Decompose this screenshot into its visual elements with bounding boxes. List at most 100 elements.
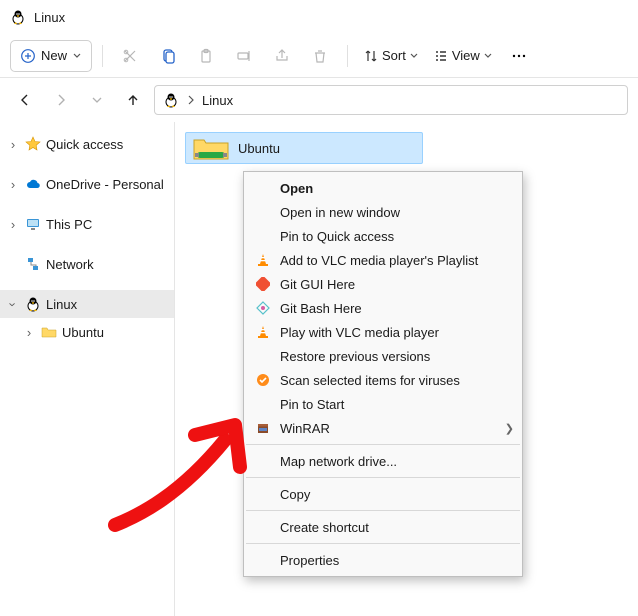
context-menu: Open Open in new window Pin to Quick acc… <box>243 171 523 577</box>
ctx-label: Restore previous versions <box>280 349 430 364</box>
sidebar-item-label: Quick access <box>46 137 123 152</box>
ctx-open-new-window[interactable]: Open in new window <box>244 200 522 224</box>
ctx-label: Play with VLC media player <box>280 325 439 340</box>
chevron-right-icon: › <box>22 325 36 340</box>
folder-item-ubuntu[interactable]: Ubuntu <box>185 132 423 164</box>
folder-label: Ubuntu <box>238 141 280 156</box>
title-bar: Linux <box>0 0 638 34</box>
plus-icon <box>21 49 35 63</box>
ctx-label: Git Bash Here <box>280 301 362 316</box>
back-button[interactable] <box>10 85 40 115</box>
ctx-create-shortcut[interactable]: Create shortcut <box>244 515 522 539</box>
sidebar-item-quick-access[interactable]: › Quick access <box>0 130 174 158</box>
arrow-left-icon <box>18 93 32 107</box>
forward-button[interactable] <box>46 85 76 115</box>
more-button[interactable] <box>502 40 536 72</box>
sidebar-item-network[interactable]: › Network <box>0 250 174 278</box>
ctx-copy[interactable]: Copy <box>244 482 522 506</box>
ctx-label: Open <box>280 181 313 196</box>
ctx-label: Map network drive... <box>280 454 397 469</box>
chevron-down-icon <box>92 95 102 105</box>
monitor-icon <box>24 216 42 232</box>
sidebar-item-label: Linux <box>46 297 77 312</box>
ctx-label: Pin to Quick access <box>280 229 394 244</box>
ctx-label: WinRAR <box>280 421 330 436</box>
ctx-git-gui[interactable]: Git GUI Here <box>244 272 522 296</box>
separator <box>246 477 520 478</box>
sort-icon <box>364 49 378 63</box>
linux-penguin-icon <box>163 92 179 108</box>
toolbar: New Sort View <box>0 34 638 78</box>
up-button[interactable] <box>118 85 148 115</box>
linux-penguin-icon <box>24 296 42 312</box>
sidebar-item-label: Ubuntu <box>62 325 104 340</box>
sidebar-item-label: OneDrive - Personal <box>46 177 164 192</box>
ctx-vlc-playlist[interactable]: Add to VLC media player's Playlist <box>244 248 522 272</box>
ctx-scan-viruses[interactable]: Scan selected items for viruses <box>244 368 522 392</box>
ctx-pin-quick-access[interactable]: Pin to Quick access <box>244 224 522 248</box>
copy-button[interactable] <box>151 40 185 72</box>
cloud-icon <box>24 176 42 192</box>
scissors-icon <box>122 48 138 64</box>
folder-icon <box>40 324 58 340</box>
sort-button[interactable]: Sort <box>358 40 424 72</box>
ctx-properties[interactable]: Properties <box>244 548 522 572</box>
ctx-map-network-drive[interactable]: Map network drive... <box>244 449 522 473</box>
sort-label: Sort <box>382 48 406 63</box>
ctx-vlc-play[interactable]: Play with VLC media player <box>244 320 522 344</box>
paste-button[interactable] <box>189 40 223 72</box>
chevron-down-icon <box>410 52 418 60</box>
git-bash-icon <box>254 299 272 317</box>
winrar-icon <box>254 419 272 437</box>
arrow-up-icon <box>126 93 140 107</box>
separator <box>347 45 348 67</box>
sidebar-item-linux[interactable]: › Linux <box>0 290 174 318</box>
ellipsis-icon <box>511 48 527 64</box>
cut-button[interactable] <box>113 40 147 72</box>
ctx-label: Git GUI Here <box>280 277 355 292</box>
shield-icon <box>254 371 272 389</box>
ctx-restore-versions[interactable]: Restore previous versions <box>244 344 522 368</box>
ctx-label: Open in new window <box>280 205 400 220</box>
chevron-down-icon <box>484 52 492 60</box>
rename-button[interactable] <box>227 40 261 72</box>
chevron-down-icon <box>73 52 81 60</box>
new-label: New <box>41 48 67 63</box>
chevron-down-icon: › <box>6 297 21 311</box>
nav-row: Linux <box>0 78 638 122</box>
star-icon <box>24 136 42 152</box>
breadcrumb-item[interactable]: Linux <box>202 93 233 108</box>
window-title: Linux <box>34 10 65 25</box>
clipboard-icon <box>198 48 214 64</box>
ctx-label: Scan selected items for viruses <box>280 373 460 388</box>
sidebar-item-label: This PC <box>46 217 92 232</box>
ctx-pin-start[interactable]: Pin to Start <box>244 392 522 416</box>
rename-icon <box>236 48 252 64</box>
network-icon <box>24 256 42 272</box>
ctx-label: Pin to Start <box>280 397 344 412</box>
view-icon <box>434 49 448 63</box>
ctx-label: Properties <box>280 553 339 568</box>
view-button[interactable]: View <box>428 40 498 72</box>
delete-button[interactable] <box>303 40 337 72</box>
copy-icon <box>160 48 176 64</box>
trash-icon <box>312 48 328 64</box>
new-button[interactable]: New <box>10 40 92 72</box>
arrow-right-icon <box>54 93 68 107</box>
ctx-open[interactable]: Open <box>244 176 522 200</box>
address-bar[interactable]: Linux <box>154 85 628 115</box>
sidebar-item-onedrive[interactable]: › OneDrive - Personal <box>0 170 174 198</box>
share-button[interactable] <box>265 40 299 72</box>
git-icon <box>254 275 272 293</box>
chevron-right-icon: › <box>6 177 20 192</box>
view-label: View <box>452 48 480 63</box>
sidebar-item-ubuntu[interactable]: › Ubuntu <box>0 318 174 346</box>
vlc-icon <box>254 323 272 341</box>
vlc-icon <box>254 251 272 269</box>
sidebar-item-label: Network <box>46 257 94 272</box>
separator <box>102 45 103 67</box>
ctx-winrar[interactable]: WinRAR❯ <box>244 416 522 440</box>
sidebar-item-this-pc[interactable]: › This PC <box>0 210 174 238</box>
ctx-git-bash[interactable]: Git Bash Here <box>244 296 522 320</box>
recent-locations-button[interactable] <box>82 85 112 115</box>
